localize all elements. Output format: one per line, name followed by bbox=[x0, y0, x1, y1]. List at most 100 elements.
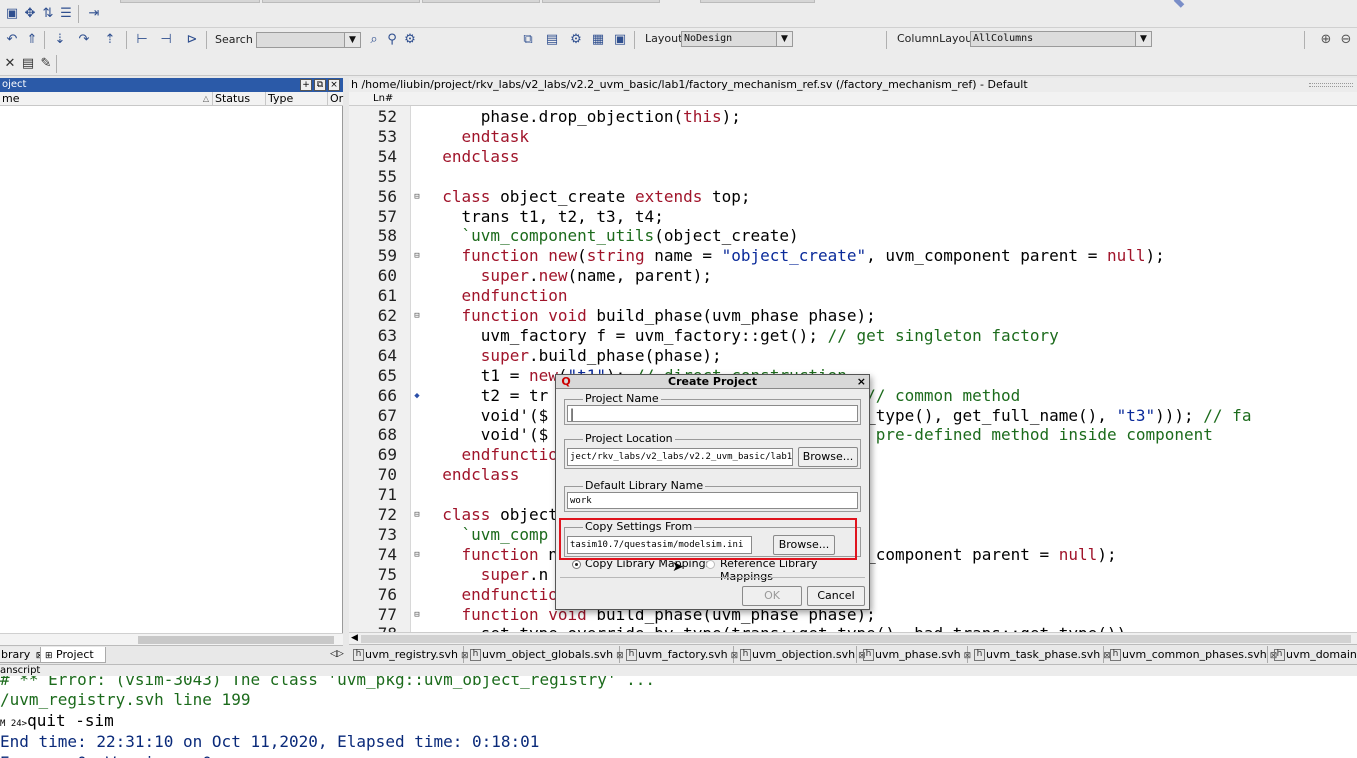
column-layout-select[interactable]: AllColumns ▼ bbox=[970, 31, 1152, 47]
step-out-icon[interactable]: ⇡ bbox=[102, 32, 118, 48]
up-icon[interactable]: ⇑ bbox=[24, 32, 40, 48]
line-number: 59 bbox=[377, 246, 397, 266]
list-icon[interactable]: ☰ bbox=[58, 6, 74, 22]
code-line[interactable]: 55 bbox=[349, 167, 1357, 187]
layout-icon-3[interactable]: ⚙ bbox=[568, 32, 584, 48]
code-line[interactable]: 53 endtask bbox=[349, 127, 1357, 147]
search-label: Search bbox=[215, 33, 253, 46]
bookmark-icon[interactable]: ◆ bbox=[412, 386, 422, 406]
project-horizontal-scrollbar[interactable] bbox=[0, 633, 343, 645]
find-options-icon[interactable]: ⚙ bbox=[402, 32, 418, 48]
fold-toggle-icon[interactable]: ⊟ bbox=[412, 505, 422, 525]
file-tab[interactable]: uvm_task_phase.svh⊠ bbox=[972, 646, 1111, 663]
file-tab[interactable]: uvm_registry.svh⊠ bbox=[351, 646, 469, 663]
file-tab[interactable]: uvm_objection.svh⊠ bbox=[738, 646, 866, 663]
chevron-down-icon[interactable]: ▼ bbox=[776, 32, 792, 46]
column-order[interactable]: Or bbox=[327, 92, 343, 106]
file-tab[interactable]: uvm_common_phases.svh⊠ bbox=[1108, 646, 1277, 663]
tab-scroll-icon[interactable]: ◁▷ bbox=[330, 649, 344, 659]
layout-icon-5[interactable]: ▣ bbox=[612, 32, 628, 48]
layout-icon-2[interactable]: ▤ bbox=[544, 32, 560, 48]
transcript-text: End time: 22:31:10 on Oct 11,2020, Elaps… bbox=[0, 732, 540, 751]
copy-library-mappings-radio[interactable] bbox=[572, 560, 581, 569]
reference-library-mappings-radio[interactable] bbox=[706, 560, 715, 569]
code-line[interactable]: 57 trans t1, t2, t3, t4; bbox=[349, 207, 1357, 227]
code-line[interactable]: 52 phase.drop_objection(this); bbox=[349, 107, 1357, 127]
file-tab[interactable]: uvm_factory.svh⊠ bbox=[624, 646, 738, 663]
step-icon[interactable]: ⇣ bbox=[52, 32, 68, 48]
layout-icon-1[interactable]: ⧉ bbox=[520, 32, 536, 48]
cancel-button[interactable]: Cancel bbox=[807, 586, 865, 606]
sort-icon[interactable]: ⇅ bbox=[40, 6, 56, 22]
close-icon[interactable]: × bbox=[328, 79, 340, 91]
transcript-console[interactable]: # ** Error: (vsim-3043) The class 'uvm_p… bbox=[0, 676, 1357, 758]
file-tab[interactable]: uvm_domain.svh⊠ bbox=[1272, 646, 1357, 663]
drag-handle[interactable] bbox=[1309, 83, 1353, 87]
dialog-titlebar[interactable]: Q Create Project × bbox=[556, 375, 869, 389]
clear-icon[interactable]: ✕ bbox=[2, 56, 18, 72]
close-icon[interactable]: × bbox=[857, 375, 866, 389]
code-line[interactable]: 60 super.new(name, parent); bbox=[349, 266, 1357, 286]
dialog-divider bbox=[560, 577, 865, 578]
step-over-icon[interactable]: ↷ bbox=[76, 32, 92, 48]
code-line[interactable]: 59 ⊟ function new(string name = "object_c… bbox=[349, 246, 1357, 266]
default-library-input[interactable]: work bbox=[567, 492, 858, 509]
code-line[interactable]: 56 ⊟ class object_create extends top; bbox=[349, 187, 1357, 207]
ok-button[interactable]: OK bbox=[742, 586, 802, 606]
window-icon[interactable]: ▣ bbox=[4, 6, 20, 22]
code-line[interactable]: 54 endclass bbox=[349, 147, 1357, 167]
find-next-icon[interactable]: ⚲ bbox=[384, 32, 400, 48]
fold-toggle-icon[interactable]: ⊟ bbox=[412, 605, 422, 625]
close-icon[interactable]: ⊠ bbox=[731, 651, 739, 661]
project-location-label: Project Location bbox=[583, 432, 675, 445]
column-type[interactable]: Type bbox=[265, 92, 327, 106]
pane-add-icon[interactable]: + bbox=[300, 79, 312, 91]
code-line[interactable]: 64 super.build_phase(phase); bbox=[349, 346, 1357, 366]
editor-horizontal-scrollbar[interactable]: ◀ bbox=[349, 632, 1357, 644]
zoom-in-icon[interactable]: ⊕ bbox=[1318, 32, 1334, 48]
wave-out-icon[interactable]: ⊣ bbox=[158, 32, 174, 48]
pane-float-icon[interactable]: ⧉ bbox=[314, 79, 326, 91]
column-status[interactable]: Status bbox=[212, 92, 265, 106]
code-line[interactable]: 62 ⊟ function void build_phase(uvm_phase … bbox=[349, 306, 1357, 326]
scroll-left-icon[interactable]: ◀ bbox=[351, 633, 358, 643]
close-icon[interactable]: ⊠ bbox=[964, 651, 972, 661]
move-icon[interactable]: ✥ bbox=[22, 6, 38, 22]
reference-library-mappings-label[interactable]: Reference Library Mappings bbox=[720, 557, 869, 583]
column-name[interactable]: me △ bbox=[0, 92, 212, 106]
line-number: 75 bbox=[377, 564, 397, 584]
wave-in-icon[interactable]: ⊢ bbox=[134, 32, 150, 48]
fold-toggle-icon[interactable]: ⊟ bbox=[412, 187, 422, 207]
file-tab[interactable]: uvm_phase.svh⊠ bbox=[861, 646, 971, 663]
browse-location-button[interactable]: Browse... bbox=[798, 447, 858, 467]
code-token: ))); bbox=[1155, 405, 1204, 425]
search-input[interactable]: ▼ bbox=[256, 32, 361, 48]
transcript-titlebar: anscript bbox=[0, 664, 1357, 676]
chevron-down-icon[interactable]: ▼ bbox=[1135, 32, 1151, 46]
save-icon[interactable]: ▤ bbox=[20, 56, 36, 72]
line-number-header: Ln# bbox=[373, 93, 394, 104]
tab-project[interactable]: ⊞ Project bbox=[40, 647, 106, 663]
project-location-input[interactable]: ject/rkv_labs/v2_labs/v2.2_uvm_basic/lab… bbox=[567, 448, 793, 466]
close-icon[interactable]: ⊠ bbox=[616, 651, 624, 661]
code-line[interactable]: 58 `uvm_component_utils(object_create) bbox=[349, 226, 1357, 246]
find-icon[interactable]: ⌕ bbox=[366, 32, 382, 48]
code-line[interactable]: 61 endfunction bbox=[349, 286, 1357, 306]
tools-icon[interactable]: ✎ bbox=[38, 56, 54, 72]
fold-toggle-icon[interactable]: ⊟ bbox=[412, 545, 422, 565]
exit-icon[interactable]: ⇥ bbox=[86, 6, 102, 22]
wave-next-icon[interactable]: ⊳ bbox=[184, 32, 200, 48]
back-icon[interactable]: ↶ bbox=[4, 32, 20, 48]
layout-select[interactable]: NoDesign ▼ bbox=[681, 31, 793, 47]
code-line[interactable]: 63 uvm_factory f = uvm_factory::get(); /… bbox=[349, 326, 1357, 346]
code-line[interactable]: 78 set_type_override_by_type(trans::get_… bbox=[349, 624, 1357, 632]
code-token: build_phase(uvm_phase phase); bbox=[586, 306, 876, 325]
fold-toggle-icon[interactable]: ⊟ bbox=[412, 246, 422, 266]
zoom-out-icon[interactable]: ⊖ bbox=[1338, 32, 1354, 48]
chevron-down-icon[interactable]: ▼ bbox=[344, 33, 360, 47]
fold-toggle-icon[interactable]: ⊟ bbox=[412, 306, 422, 326]
layout-icon-4[interactable]: ▦ bbox=[590, 32, 606, 48]
file-tab[interactable]: uvm_object_globals.svh⊠ bbox=[468, 646, 624, 663]
project-name-input[interactable]: | bbox=[567, 405, 858, 422]
